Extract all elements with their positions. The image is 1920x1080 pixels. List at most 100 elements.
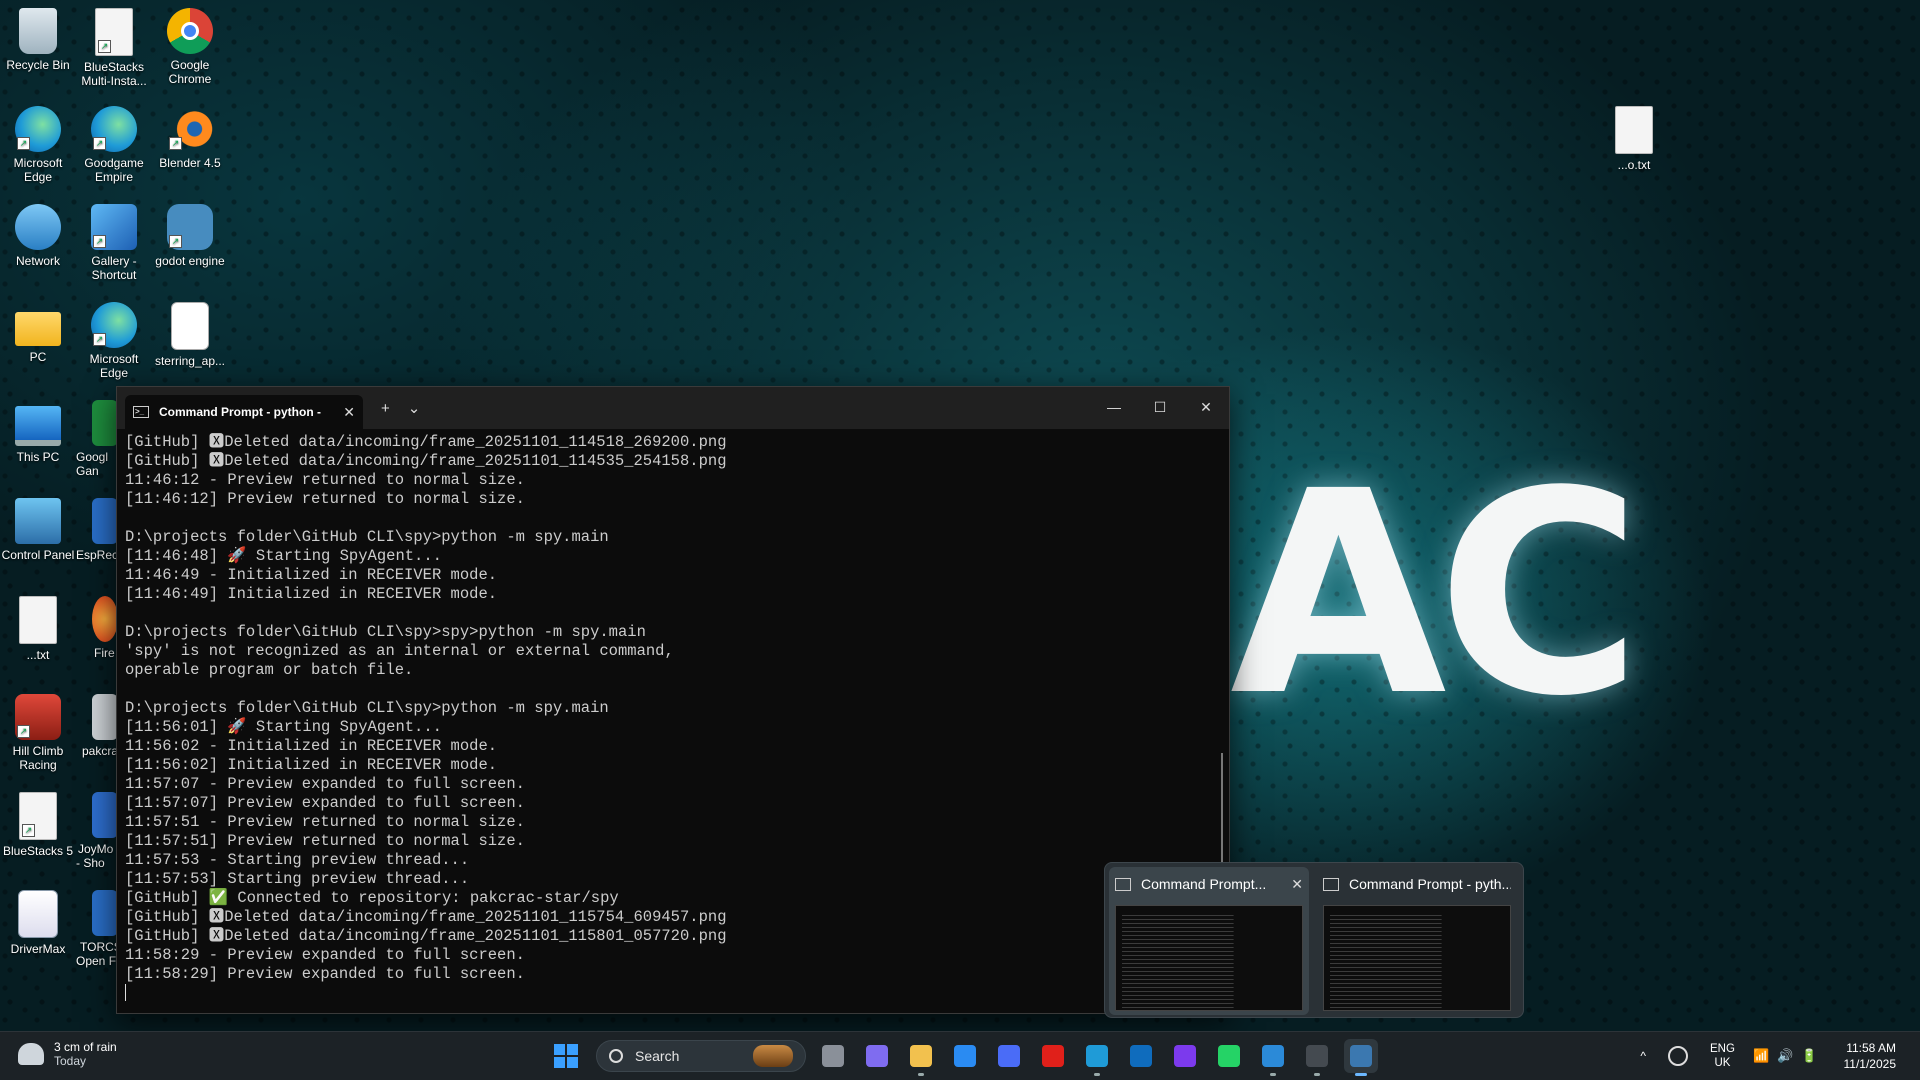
taskbar-vscode-button[interactable] [1256, 1039, 1290, 1076]
desktop-icon-pakcrac[interactable]: pakcra [76, 694, 118, 758]
taskbar-santander-button[interactable] [1036, 1039, 1070, 1073]
start-button[interactable] [554, 1044, 578, 1068]
desktop-icon-goodgame[interactable]: ↗ Goodgame Empire [76, 106, 152, 184]
desktop-icon-o-txt[interactable]: ...o.txt [1596, 106, 1672, 172]
desktop-icon-firefox[interactable]: Fire [76, 596, 118, 660]
desktop-icon-google-games[interactable]: Googl Gan [76, 400, 118, 478]
desktop-icon-esprec[interactable]: EspRec [76, 498, 118, 562]
taskbar-microsoft-store-button[interactable] [948, 1039, 982, 1073]
desktop-icon-pc-folder[interactable]: PC [0, 302, 76, 364]
taskbar-copilot-button[interactable] [860, 1039, 894, 1073]
terminal-titlebar[interactable]: >_ Command Prompt - python - ✕ + ⌄ — ☐ ✕ [117, 387, 1229, 429]
taskbar-terminal-button[interactable] [1300, 1039, 1334, 1076]
language-indicator[interactable]: ENG UK [1710, 1042, 1735, 1070]
thumbnail-image [1115, 905, 1303, 1011]
desktop-icon-txt[interactable]: ...txt [0, 596, 76, 662]
taskbar-python-button[interactable] [1344, 1039, 1378, 1076]
thumbnail-window-2[interactable]: Command Prompt - pyth... [1317, 867, 1517, 1015]
desktop-icon-blender[interactable]: ↗ Blender 4.5 [152, 106, 228, 170]
taskbar: 3 cm of rain Today Search ^ ENG UK 📶🔊🔋 1… [0, 1031, 1920, 1080]
console-line: [GitHub] 🆇Deleted data/incoming/frame_20… [125, 927, 727, 945]
desktop-icon-recycle-bin[interactable]: Recycle Bin [0, 8, 76, 72]
close-icon[interactable]: ✕ [1291, 876, 1303, 893]
desktop-icon-network[interactable]: Network [0, 204, 76, 268]
gallery-icon: ↗ [91, 204, 137, 250]
thumbnail-window-1[interactable]: Command Prompt... ✕ [1109, 867, 1309, 1015]
this-pc-icon [15, 406, 61, 446]
settings-file-icon [92, 694, 118, 740]
taskbar-apps: Search [546, 1036, 1378, 1076]
text-file-icon [1615, 106, 1653, 154]
console-line: [11:57:51] Preview returned to normal si… [125, 832, 525, 850]
console-line: 11:46:12 - Preview returned to normal si… [125, 471, 525, 489]
taskbar-app-button[interactable] [992, 1039, 1026, 1073]
text-file-icon: ↗ [19, 792, 57, 840]
console-line: 11:57:53 - Starting preview thread... [125, 851, 470, 869]
search-box[interactable]: Search [596, 1040, 806, 1072]
console-line: [11:56:01] 🚀 Starting SpyAgent... [125, 718, 442, 736]
desktop-icon-bluestacks5[interactable]: ↗ BlueStacks 5 [0, 792, 76, 858]
taskbar-bt-button[interactable] [1168, 1039, 1202, 1073]
tab-dropdown-button[interactable]: ⌄ [408, 399, 421, 417]
console-line: 11:57:51 - Preview returned to normal si… [125, 813, 525, 831]
blender-icon: ↗ [167, 106, 213, 152]
app-icon [998, 1045, 1020, 1067]
console-output[interactable]: [GitHub] 🆇Deleted data/incoming/frame_20… [117, 429, 1229, 1007]
time: 11:58 AM [1846, 1041, 1896, 1055]
microsoft-store-icon [954, 1045, 976, 1067]
whatsapp-icon [1218, 1045, 1240, 1067]
desktop-icon-hill-climb[interactable]: ↗ Hill Climb Racing [0, 694, 76, 772]
maximize-button[interactable]: ☐ [1137, 387, 1183, 429]
desktop-icon-edge-2[interactable]: ↗ Microsoft Edge [76, 302, 152, 380]
wifi-volume-battery-icons[interactable]: 📶🔊🔋 [1753, 1048, 1826, 1064]
desktop-icon-drivermax[interactable]: DriverMax [0, 890, 76, 956]
sync-icon[interactable] [1668, 1046, 1689, 1066]
desktop-icon-sterring[interactable]: sterring_ap... [152, 302, 228, 368]
taskbar-whatsapp-button[interactable] [1212, 1039, 1246, 1073]
desktop-icon-chrome[interactable]: Google Chrome [152, 8, 228, 86]
desktop-icon-joymo[interactable]: JoyMo - Sho [76, 792, 118, 870]
rain-cloud-icon [18, 1043, 44, 1065]
close-button[interactable]: ✕ [1183, 387, 1229, 429]
language-region: UK [1714, 1057, 1731, 1069]
wallpaper-text: AC [1230, 432, 1642, 758]
scrollbar[interactable] [1221, 753, 1223, 865]
taskbar-edge-button[interactable] [1080, 1039, 1114, 1076]
desktop-icon-edge[interactable]: ↗ Microsoft Edge [0, 106, 76, 184]
desktop-icon-bluestacks-multi[interactable]: ↗ BlueStacks Multi-Insta... [76, 8, 152, 88]
clock[interactable]: 11:58 AM 11/1/2025 [1844, 1040, 1897, 1072]
desktop-icon-this-pc[interactable]: This PC [0, 400, 76, 464]
search-icon [609, 1049, 623, 1063]
close-tab-icon[interactable]: ✕ [343, 404, 355, 421]
taskbar-outlook-button[interactable] [1124, 1039, 1158, 1073]
taskbar-file-explorer-button[interactable] [904, 1039, 938, 1076]
console-line: 11:46:49 - Initialized in RECEIVER mode. [125, 566, 498, 584]
google-games-icon [92, 400, 118, 446]
command-prompt-window[interactable]: >_ Command Prompt - python - ✕ + ⌄ — ☐ ✕… [116, 386, 1230, 1014]
cmd-icon [1115, 877, 1131, 891]
taskbar-task-view-button[interactable] [816, 1039, 850, 1073]
desktop-icon-torcs[interactable]: TORCS Open F [76, 890, 118, 968]
tab-command-prompt[interactable]: >_ Command Prompt - python - ✕ [125, 395, 363, 429]
new-tab-button[interactable]: + [381, 400, 390, 417]
desktop-icon-control-panel[interactable]: Control Panel [0, 498, 76, 562]
minimize-button[interactable]: — [1091, 387, 1137, 429]
search-highlight-icon [753, 1045, 793, 1067]
console-line: operable program or batch file. [125, 661, 414, 679]
weather-widget[interactable]: 3 cm of rain Today [18, 1040, 117, 1068]
console-line: D:\projects folder\GitHub CLI\spy>spy>py… [125, 623, 646, 641]
network-icon [15, 204, 61, 250]
outlook-icon [1130, 1045, 1152, 1067]
chevron-up-icon[interactable]: ^ [1640, 1049, 1646, 1063]
console-line: 'spy' is not recognized as an internal o… [125, 642, 674, 660]
console-line: [11:56:02] Initialized in RECEIVER mode. [125, 756, 498, 774]
desktop-icon-godot[interactable]: ↗ godot engine [152, 204, 228, 268]
app-icon [92, 792, 118, 838]
desktop-icon-gallery[interactable]: ↗ Gallery - Shortcut [76, 204, 152, 282]
folder-icon [15, 312, 61, 346]
console-line: 11:58:29 - Preview expanded to full scre… [125, 946, 525, 964]
console-line: [11:46:12] Preview returned to normal si… [125, 490, 525, 508]
console-line: [GitHub] 🆇Deleted data/incoming/frame_20… [125, 908, 727, 926]
console-line: [GitHub] 🆇Deleted data/incoming/frame_20… [125, 433, 727, 451]
drivermax-icon [18, 890, 58, 938]
